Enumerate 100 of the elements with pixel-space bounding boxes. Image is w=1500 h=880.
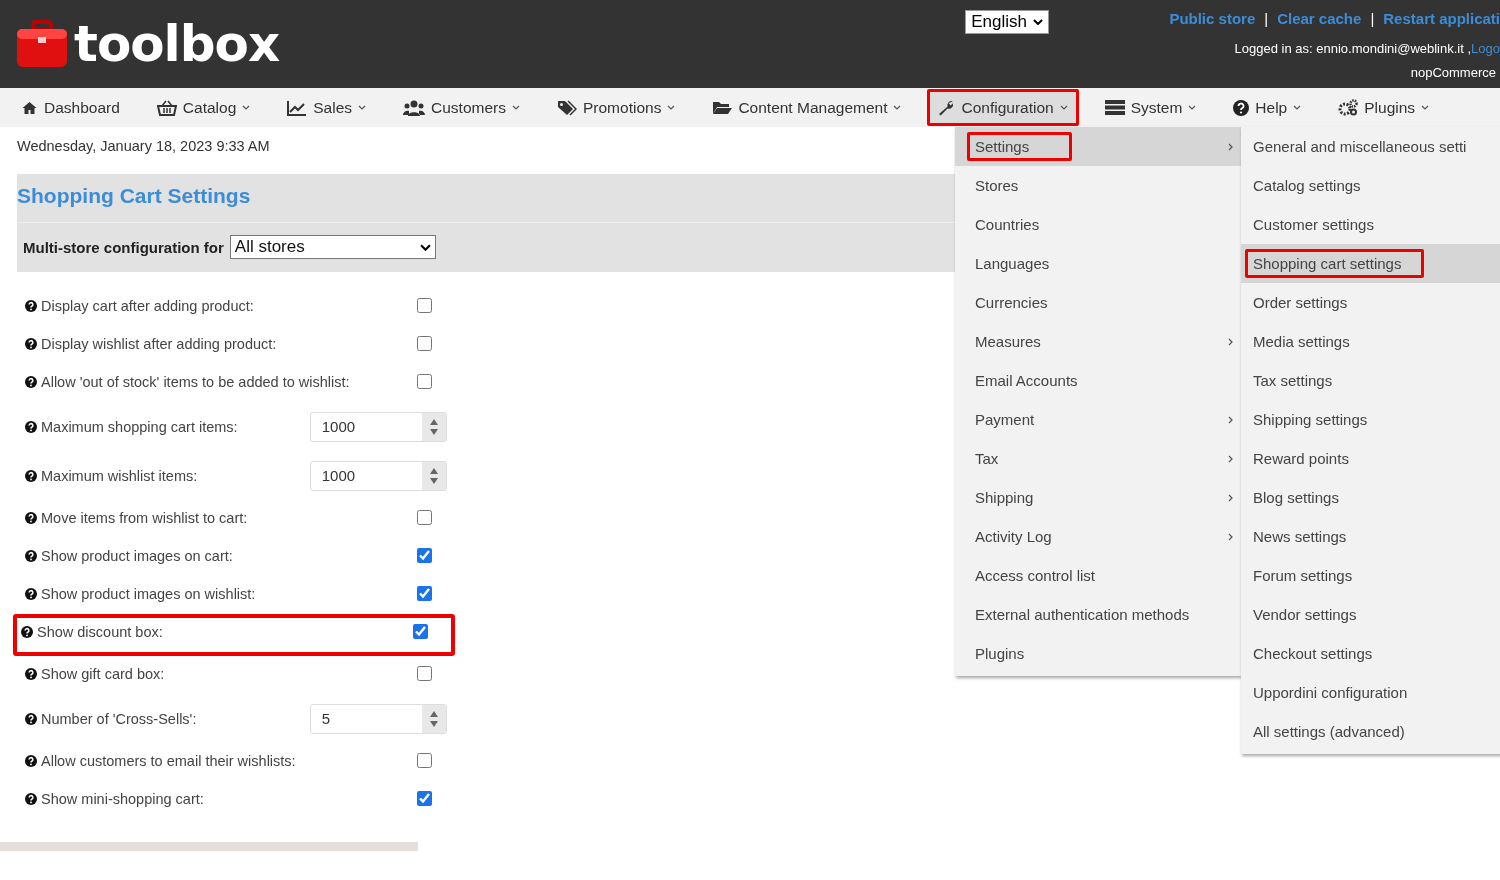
nav-menu-item[interactable]: Content Management (701, 89, 913, 126)
help-icon (25, 469, 37, 482)
menu-item[interactable]: Activity Log (955, 517, 1241, 556)
menu-item[interactable]: Access control list (955, 556, 1241, 595)
nav-menu-item[interactable]: Promotions (546, 89, 687, 126)
header-link[interactable]: Public store (1169, 10, 1256, 27)
checkbox[interactable] (417, 336, 432, 351)
checkbox[interactable] (417, 586, 432, 601)
menu-item[interactable]: Email Accounts (955, 361, 1241, 400)
help-icon (25, 793, 37, 805)
tags-icon (557, 99, 577, 116)
menu-item[interactable]: Settings (955, 127, 1241, 166)
menu-item[interactable]: All settings (advanced) (1241, 712, 1500, 751)
number-field[interactable]: 1000 (309, 460, 447, 491)
nav-menu-item[interactable]: Sales (276, 89, 378, 126)
help-icon (25, 588, 37, 600)
chevron-down-icon (893, 105, 902, 110)
users-icon (403, 99, 426, 116)
nav-menu-item[interactable]: Configuration (927, 89, 1079, 126)
nav-menu-item[interactable]: Help (1222, 89, 1313, 126)
menu-item[interactable]: Vendor settings (1241, 595, 1500, 634)
help-icon (1233, 99, 1250, 116)
checkbox[interactable] (417, 791, 432, 806)
page-title: Shopping Cart Settings (17, 184, 251, 209)
chevron-right-icon (1228, 415, 1233, 424)
chevron-down-icon (1059, 105, 1068, 110)
chevron-down-icon (1421, 105, 1430, 110)
setting-label: Display wishlist after adding product: (41, 336, 277, 352)
menu-item[interactable]: External authentication methods (955, 595, 1241, 634)
nav-menu-item[interactable]: Plugins (1327, 89, 1441, 126)
checkbox[interactable] (417, 374, 432, 389)
basket-icon (156, 99, 177, 116)
menu-item[interactable]: Reward points (1241, 439, 1500, 478)
menu-item[interactable]: Shipping (955, 478, 1241, 517)
setting-label: Show gift card box: (41, 666, 165, 682)
chevron-down-icon (1188, 105, 1197, 110)
menu-item[interactable]: Shipping settings (1241, 400, 1500, 439)
setting-label: Maximum shopping cart items: (41, 418, 238, 435)
help-icon (25, 338, 37, 350)
menu-item[interactable]: Languages (955, 244, 1241, 283)
store-name: nopCommerce (1409, 65, 1497, 80)
menu-item[interactable]: Payment (955, 400, 1241, 439)
menu-item[interactable]: Currencies (955, 283, 1241, 322)
chevron-right-icon (1228, 532, 1233, 541)
menu-item[interactable]: Shopping cart settings (1241, 244, 1500, 283)
logged-in-text: Logged in as: ennio.mondini@weblink.it , (1234, 41, 1472, 56)
help-icon (25, 512, 37, 524)
checkbox[interactable] (413, 624, 428, 639)
header-link[interactable]: Clear cache (1277, 10, 1362, 27)
menu-item[interactable]: Customer settings (1241, 205, 1500, 244)
chevron-down-icon (242, 105, 251, 110)
gears-icon (1338, 99, 1359, 116)
spinner-icon (422, 461, 446, 490)
menu-item[interactable]: Order settings (1241, 283, 1500, 322)
home-icon (21, 100, 38, 115)
menu-item[interactable]: Uppordini configuration (1241, 673, 1500, 712)
setting-label: Show product images on wishlist: (41, 586, 256, 602)
chevron-right-icon (1228, 142, 1233, 151)
menu-item[interactable]: Tax settings (1241, 361, 1500, 400)
checkbox[interactable] (417, 666, 432, 681)
menu-item[interactable]: General and miscellaneous setti (1241, 127, 1500, 166)
help-icon (25, 755, 37, 767)
chevron-down-icon (358, 105, 367, 110)
menu-item[interactable]: Plugins (955, 634, 1241, 673)
nav-menu-item[interactable]: Customers (392, 89, 531, 126)
checkbox[interactable] (417, 753, 432, 768)
menu-item[interactable]: News settings (1241, 517, 1500, 556)
language-select[interactable]: English (965, 10, 1049, 34)
number-field[interactable]: 5 (309, 703, 447, 734)
menu-item[interactable]: Media settings (1241, 322, 1500, 361)
checkbox[interactable] (417, 298, 432, 313)
menu-item[interactable]: Catalog settings (1241, 166, 1500, 205)
menu-item[interactable]: Measures (955, 322, 1241, 361)
logout-link[interactable]: Logo (1471, 41, 1500, 56)
header-link[interactable]: Restart applicati (1383, 10, 1500, 27)
menu-item[interactable]: Blog settings (1241, 478, 1500, 517)
menu-item[interactable]: Checkout settings (1241, 634, 1500, 673)
chevron-down-icon (419, 243, 431, 251)
chevron-down-icon (1032, 19, 1043, 25)
nav-menu-item[interactable]: System (1093, 89, 1208, 126)
help-icon (25, 712, 37, 725)
checkbox[interactable] (417, 510, 432, 525)
setting-label: Show product images on cart: (41, 548, 233, 564)
help-icon (21, 626, 33, 638)
number-field[interactable]: 1000 (309, 411, 447, 442)
menu-item[interactable]: Stores (955, 166, 1241, 205)
checkbox[interactable] (417, 548, 432, 563)
chevron-down-icon (667, 105, 676, 110)
chevron-right-icon (1228, 454, 1233, 463)
nav-menu-item[interactable]: Dashboard (10, 89, 131, 126)
menu-item[interactable]: Countries (955, 205, 1241, 244)
setting-label: Move items from wishlist to cart: (41, 510, 248, 526)
store-config-label: Multi-store configuration for (23, 238, 224, 256)
store-select[interactable]: All stores (229, 235, 436, 259)
chevron-down-icon (512, 105, 520, 110)
chevron-right-icon (1228, 337, 1233, 346)
menu-item[interactable]: Forum settings (1241, 556, 1500, 595)
menu-item[interactable]: Tax (955, 439, 1241, 478)
nav-menu-item[interactable]: Catalog (145, 89, 262, 126)
setting-label: Allow customers to email their wishlists: (41, 753, 296, 769)
